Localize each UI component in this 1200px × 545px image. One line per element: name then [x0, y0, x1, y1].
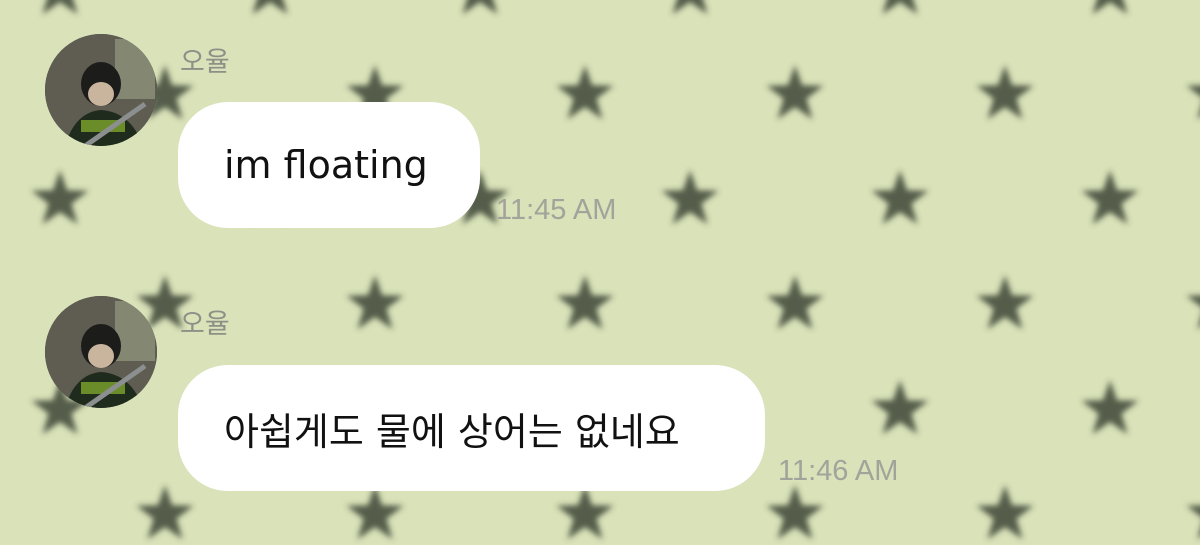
star-icon	[976, 485, 1034, 540]
star-icon	[556, 485, 614, 540]
star-icon	[556, 65, 614, 120]
message-text: im floating	[224, 143, 428, 187]
star-icon	[1186, 295, 1200, 330]
star-icon	[252, 0, 288, 15]
star-icon	[346, 485, 404, 540]
star-icon	[462, 0, 498, 15]
star-icon	[766, 485, 824, 540]
star-icon	[766, 65, 824, 120]
star-icon	[1092, 0, 1128, 15]
message-timestamp: 11:45 AM	[496, 194, 617, 226]
sender-name: 오율	[180, 47, 230, 78]
star-icon	[976, 65, 1034, 120]
star-icon	[766, 275, 824, 330]
message-text: 아쉽게도 물에 상어는 없네요	[224, 409, 680, 454]
profile-photo-icon	[45, 34, 157, 146]
sender-avatar[interactable]	[45, 296, 157, 408]
star-icon	[31, 170, 89, 225]
message-bubble[interactable]: im floating	[178, 102, 480, 228]
sender-name: 오율	[180, 309, 230, 340]
star-icon	[672, 0, 708, 15]
message-bubble[interactable]: 아쉽게도 물에 상어는 없네요	[178, 365, 765, 491]
star-icon	[661, 170, 719, 225]
star-icon	[1186, 85, 1200, 120]
star-icon	[136, 485, 194, 540]
star-icon	[346, 275, 404, 330]
star-icon	[42, 0, 78, 15]
star-icon	[1186, 505, 1200, 540]
sender-avatar[interactable]	[45, 34, 157, 146]
star-icon	[871, 170, 929, 225]
star-icon	[882, 0, 918, 15]
star-icon	[556, 275, 614, 330]
star-icon	[871, 380, 929, 435]
star-icon	[1081, 380, 1139, 435]
profile-photo-icon	[45, 296, 157, 408]
star-icon	[1081, 170, 1139, 225]
star-icon	[976, 275, 1034, 330]
message-timestamp: 11:46 AM	[778, 455, 899, 487]
